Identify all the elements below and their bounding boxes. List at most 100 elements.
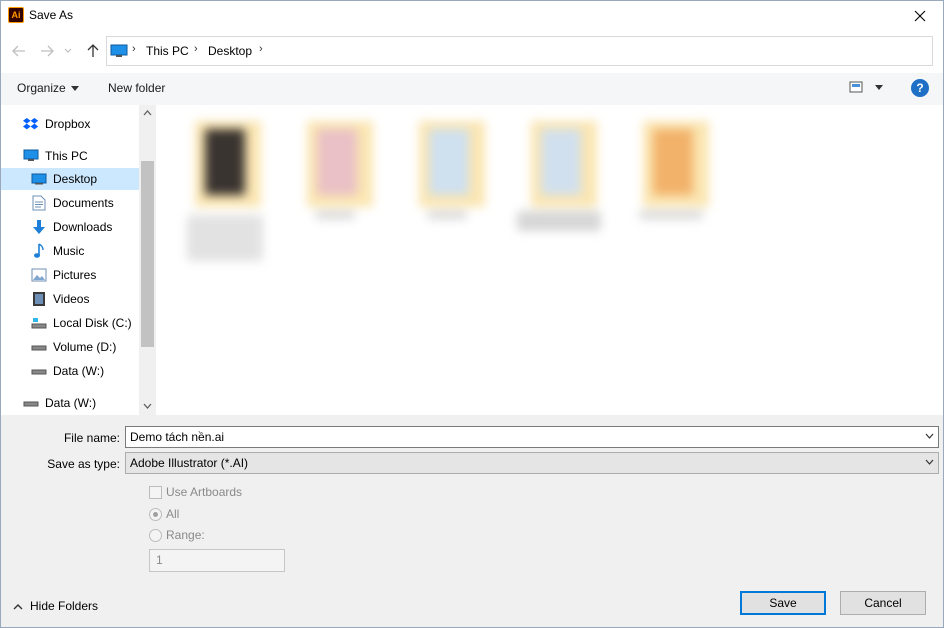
range-radio[interactable]: Range:: [149, 528, 205, 542]
chevron-down-icon[interactable]: [925, 433, 934, 439]
sidebar-scrollbar[interactable]: [139, 105, 156, 415]
close-button[interactable]: [897, 1, 943, 31]
desktop-icon: [31, 171, 47, 187]
use-artboards-checkbox[interactable]: Use Artboards: [149, 485, 242, 499]
sidebar-item-label: Local Disk (C:): [53, 316, 132, 330]
save-as-type-label: Save as type:: [47, 457, 120, 471]
range-label: Range:: [166, 528, 205, 542]
back-button[interactable]: [9, 41, 29, 61]
sidebar-item-label: Videos: [53, 292, 90, 306]
cancel-button[interactable]: Cancel: [840, 591, 926, 615]
sidebar-item-data-w[interactable]: Data (W:): [1, 360, 139, 382]
folder-item[interactable]: [621, 115, 721, 285]
sidebar-item-downloads[interactable]: Downloads: [1, 216, 139, 238]
arrow-up-icon: [87, 44, 99, 57]
file-name-value: Demo tách nền.ai: [130, 430, 225, 444]
help-icon: ?: [916, 81, 924, 95]
file-list[interactable]: [157, 105, 943, 415]
videos-icon: [31, 291, 47, 307]
navigation-row: › This PC › Desktop ›: [1, 33, 943, 69]
sidebar-item-volume-d[interactable]: Volume (D:): [1, 336, 139, 358]
sidebar-item-label: Music: [53, 244, 85, 258]
chevron-down-icon: [925, 459, 934, 465]
view-icon: [849, 81, 863, 93]
forward-button[interactable]: [37, 41, 57, 61]
toolbar: Organize New folder ?: [1, 73, 943, 105]
sidebar-item-data-w-network[interactable]: Data (W:): [1, 392, 139, 414]
scroll-up-arrow[interactable]: [142, 108, 153, 118]
radio-circle: [149, 528, 162, 542]
recent-locations-button[interactable]: [61, 41, 75, 61]
chevron-down-icon: [64, 48, 72, 53]
save-as-type-select[interactable]: Adobe Illustrator (*.AI): [125, 452, 939, 474]
all-radio[interactable]: All: [149, 507, 179, 521]
breadcrumb-separator: ›: [132, 43, 136, 55]
sidebar-item-label: This PC: [45, 149, 88, 163]
save-button[interactable]: Save: [740, 591, 826, 615]
save-as-type-value: Adobe Illustrator (*.AI): [130, 456, 249, 470]
scrollbar-thumb[interactable]: [141, 161, 154, 347]
sidebar-item-label: Data (W:): [45, 396, 97, 410]
documents-icon: [31, 195, 47, 211]
range-input[interactable]: 1: [149, 549, 285, 572]
close-icon: [914, 10, 926, 22]
sidebar-item-videos[interactable]: Videos: [1, 288, 139, 310]
folder-item[interactable]: [173, 115, 273, 285]
file-name-label: File name:: [63, 431, 120, 445]
drive-icon: [31, 363, 47, 379]
downloads-icon: [31, 219, 47, 235]
sidebar-item-label: Desktop: [53, 172, 98, 186]
organize-label: Organize: [17, 81, 66, 95]
folder-item[interactable]: [397, 115, 497, 285]
pictures-icon: [31, 267, 47, 283]
local-disk-icon: [31, 315, 47, 331]
sidebar-item-label: Data (W:): [53, 364, 105, 378]
sidebar-item-music[interactable]: Music: [1, 240, 139, 262]
folder-item[interactable]: [285, 115, 385, 285]
hide-folders-button[interactable]: Hide Folders: [13, 599, 98, 613]
sidebar-item-label: Dropbox: [45, 117, 91, 131]
hide-folders-label: Hide Folders: [30, 599, 99, 613]
music-icon: [31, 243, 47, 259]
navigation-pane: Dropbox This PC Desktop Documents Downlo…: [1, 105, 157, 415]
up-button[interactable]: [83, 41, 103, 61]
use-artboards-label: Use Artboards: [166, 485, 243, 499]
dropbox-icon: [23, 116, 39, 132]
sidebar-item-pictures[interactable]: Pictures: [1, 264, 139, 286]
dialog-title: Save As: [29, 8, 74, 22]
new-folder-button[interactable]: New folder: [108, 81, 165, 95]
sidebar-item-label: Volume (D:): [53, 340, 117, 354]
breadcrumb-desktop[interactable]: Desktop: [208, 44, 252, 58]
illustrator-app-icon: Ai: [8, 7, 24, 23]
sidebar-item-this-pc[interactable]: This PC: [1, 145, 139, 167]
sidebar-item-desktop[interactable]: Desktop: [1, 168, 139, 190]
all-label: All: [166, 507, 180, 521]
help-button[interactable]: ?: [911, 79, 929, 97]
save-as-dialog: Ai Save As › This PC › Desktop › Organiz…: [0, 0, 944, 628]
caret-down-icon: [875, 84, 883, 90]
chevron-up-icon: [13, 603, 23, 609]
checkbox-box: [149, 485, 162, 499]
organize-menu[interactable]: Organize: [17, 81, 79, 95]
sidebar-item-local-disk-c[interactable]: Local Disk (C:): [1, 312, 139, 334]
caret-down-icon: [70, 85, 79, 91]
folder-item[interactable]: [509, 115, 609, 285]
scroll-down-arrow[interactable]: [142, 401, 153, 411]
breadcrumb-separator: ›: [259, 43, 263, 55]
save-options-panel: File name: Demo tách nền.ai Save as type…: [1, 415, 943, 627]
sidebar-item-label: Pictures: [53, 268, 97, 282]
sidebar-item-label: Downloads: [53, 220, 113, 234]
drive-icon: [31, 339, 47, 355]
sidebar-item-documents[interactable]: Documents: [1, 192, 139, 214]
arrow-left-icon: [12, 45, 25, 57]
network-drive-icon: [23, 395, 39, 411]
computer-icon: [23, 148, 39, 164]
file-name-input[interactable]: Demo tách nền.ai: [125, 426, 939, 448]
sidebar-item-dropbox[interactable]: Dropbox: [1, 113, 139, 135]
sidebar-item-label: Documents: [53, 196, 114, 210]
address-bar[interactable]: › This PC › Desktop ›: [106, 36, 933, 66]
view-options-button[interactable]: [849, 81, 883, 93]
breadcrumb-separator: ›: [194, 43, 198, 55]
radio-circle: [149, 507, 162, 521]
breadcrumb-this-pc[interactable]: This PC: [146, 44, 189, 58]
